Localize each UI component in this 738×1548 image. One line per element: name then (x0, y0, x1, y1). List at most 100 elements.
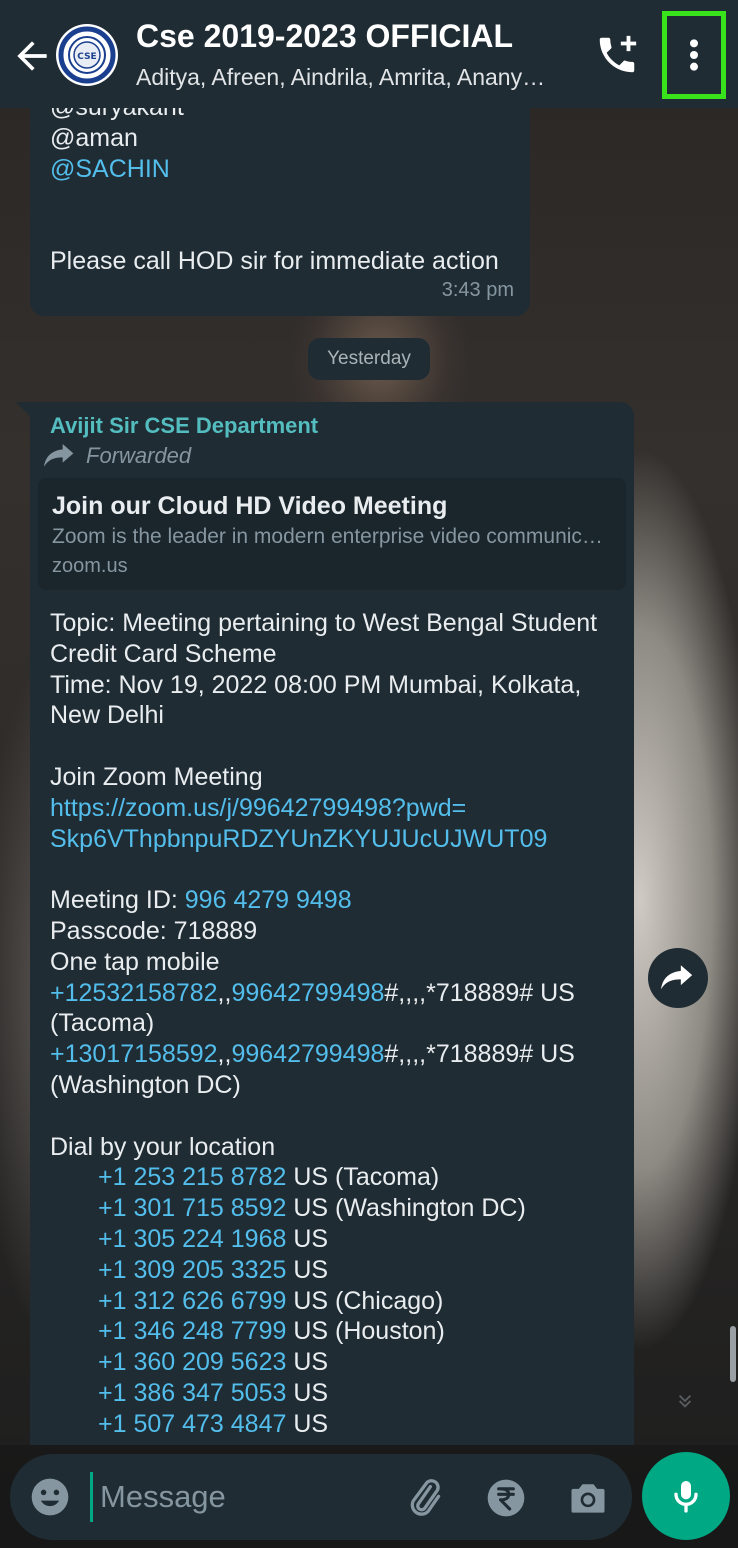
one-tap-line: +13017158592,,99642799498#,,,,*718889# U… (50, 1039, 622, 1070)
message-line: @suryakant (50, 108, 510, 123)
mention-link[interactable]: @SACHIN (50, 154, 510, 185)
link-preview[interactable]: Join our Cloud HD Video Meeting Zoom is … (38, 478, 626, 590)
message-line (50, 185, 510, 216)
attach-icon (410, 1479, 441, 1516)
more-vert-icon (690, 39, 698, 71)
chevron-down-icon (678, 1394, 692, 1408)
message-composer (10, 1454, 632, 1540)
camera-button[interactable] (566, 1476, 610, 1520)
phone-link[interactable]: +1 360 209 5623 (98, 1348, 286, 1376)
one-tap-rest: #,,,,*718889# US (384, 1040, 575, 1069)
scroll-down-button[interactable] (672, 1388, 698, 1414)
one-tap-line: +12532158782,,99642799498#,,,,*718889# U… (50, 978, 622, 1009)
rupee-icon (487, 1479, 525, 1517)
avatar-text: CSE (77, 52, 96, 62)
dial-location: US (Chicago) (286, 1286, 444, 1315)
dial-location: US (286, 1224, 329, 1253)
separator: ,, (217, 1040, 232, 1069)
topic-line: Credit Card Scheme (50, 639, 277, 668)
sender-name[interactable]: Avijit Sir CSE Department (50, 410, 318, 441)
payment-button[interactable] (484, 1476, 528, 1520)
phone-link[interactable]: +1 253 215 8782 (98, 1163, 286, 1191)
dial-location: US (286, 1378, 329, 1407)
scrollbar-thumb[interactable] (730, 1326, 736, 1382)
time-line: New Delhi (50, 701, 164, 730)
preview-title: Join our Cloud HD Video Meeting (52, 492, 448, 520)
forwarded-text: Forwarded (86, 443, 192, 468)
meeting-id-label: Meeting ID: (50, 886, 185, 915)
add-call-icon (599, 35, 637, 73)
message-list[interactable]: @suryakant @aman @SACHIN Please call HOD… (0, 108, 738, 1445)
emoji-icon (31, 1478, 69, 1516)
join-url[interactable]: Skp6VThpbnpuRDZYUnZKYUJUcUJWUT09 (50, 824, 622, 855)
dial-location: US (286, 1255, 329, 1284)
passcode-line: Passcode: 718889 (50, 916, 258, 945)
phone-link[interactable]: +1 305 224 1968 (98, 1225, 286, 1253)
phone-link[interactable]: 99642799498 (231, 1040, 384, 1068)
join-label: Join Zoom Meeting (50, 762, 263, 791)
one-tap-location: (Washington DC) (50, 1070, 241, 1099)
phone-link[interactable]: 99642799498 (231, 979, 384, 1007)
dial-line: +1 360 209 5623 US (50, 1347, 622, 1378)
camera-icon (571, 1484, 605, 1513)
chat-header: CSE Cse 2019-2023 OFFICIAL Aditya, Afree… (0, 0, 738, 108)
date-divider: Yesterday (308, 338, 430, 380)
message-text: Topic: Meeting pertaining to West Bengal… (50, 608, 622, 1440)
dial-line: +1 346 248 7799 US (Houston) (50, 1316, 622, 1347)
dial-location: US (Tacoma) (286, 1163, 440, 1192)
separator: ,, (217, 978, 232, 1007)
dial-location: US (286, 1348, 329, 1377)
phone-link[interactable]: +12532158782 (50, 979, 218, 1007)
preview-domain: zoom.us (52, 555, 128, 577)
mic-icon (674, 1481, 698, 1513)
forward-message-button[interactable] (648, 948, 708, 1008)
message-bubble[interactable]: Avijit Sir CSE Department Forwarded Join… (30, 402, 634, 1445)
one-tap-rest: #,,,,*718889# US (384, 978, 575, 1007)
meeting-id-line: Meeting ID: 996 4279 9498 (50, 885, 622, 916)
emoji-button[interactable] (28, 1475, 72, 1519)
add-call-button[interactable] (594, 32, 640, 78)
dial-label: Dial by your location (50, 1132, 276, 1161)
forward-icon (44, 443, 74, 467)
message-line: @aman (50, 124, 138, 152)
join-url[interactable]: https://zoom.us/j/99642799498?pwd= (50, 793, 622, 824)
time-line: Time: Nov 19, 2022 08:00 PM Mumbai, Kolk… (50, 670, 582, 699)
phone-link[interactable]: +1 346 248 7799 (98, 1317, 286, 1345)
phone-link[interactable]: +13017158592 (50, 1040, 218, 1068)
topic-line: Topic: Meeting pertaining to West Bengal… (50, 609, 598, 637)
back-button[interactable] (10, 34, 54, 78)
dial-location: US (Houston) (286, 1317, 445, 1346)
message-time: 3:43 pm (441, 279, 514, 301)
message-line: Please call HOD sir for immediate action (50, 247, 499, 275)
preview-description: Zoom is the leader in modern enterprise … (52, 525, 612, 548)
group-avatar[interactable]: CSE (56, 24, 118, 86)
dial-location: US (Washington DC) (286, 1194, 526, 1223)
more-options-button[interactable] (662, 11, 726, 99)
phone-link[interactable]: +1 386 347 5053 (98, 1379, 286, 1407)
phone-link[interactable]: +1 309 205 3325 (98, 1256, 286, 1284)
voice-message-button[interactable] (642, 1452, 730, 1540)
meeting-id-link[interactable]: 996 4279 9498 (185, 886, 352, 914)
dial-line: +1 386 347 5053 US (50, 1378, 622, 1409)
phone-link[interactable]: +1 301 715 8592 (98, 1194, 286, 1222)
dial-line: +1 309 205 3325 US (50, 1255, 622, 1286)
phone-link[interactable]: +1 507 473 4847 (98, 1410, 286, 1438)
one-tap-label: One tap mobile (50, 947, 220, 976)
forwarded-label: Forwarded (44, 440, 191, 471)
one-tap-location: (Tacoma) (50, 1009, 155, 1038)
chat-title[interactable]: Cse 2019-2023 OFFICIAL (136, 18, 513, 55)
message-input[interactable] (100, 1472, 390, 1522)
phone-link[interactable]: +1 312 626 6799 (98, 1287, 286, 1315)
back-arrow-icon (17, 41, 47, 71)
dial-line: +1 301 715 8592 US (Washington DC) (50, 1193, 622, 1224)
attach-button[interactable] (402, 1476, 446, 1520)
dial-location: US (286, 1409, 329, 1438)
message-bubble[interactable]: @suryakant @aman @SACHIN Please call HOD… (30, 108, 530, 316)
dial-line: +1 312 626 6799 US (Chicago) (50, 1286, 622, 1317)
text-cursor (90, 1472, 93, 1522)
forward-icon (661, 965, 693, 990)
chat-members[interactable]: Aditya, Afreen, Aindrila, Amrita, Anany… (136, 64, 566, 91)
